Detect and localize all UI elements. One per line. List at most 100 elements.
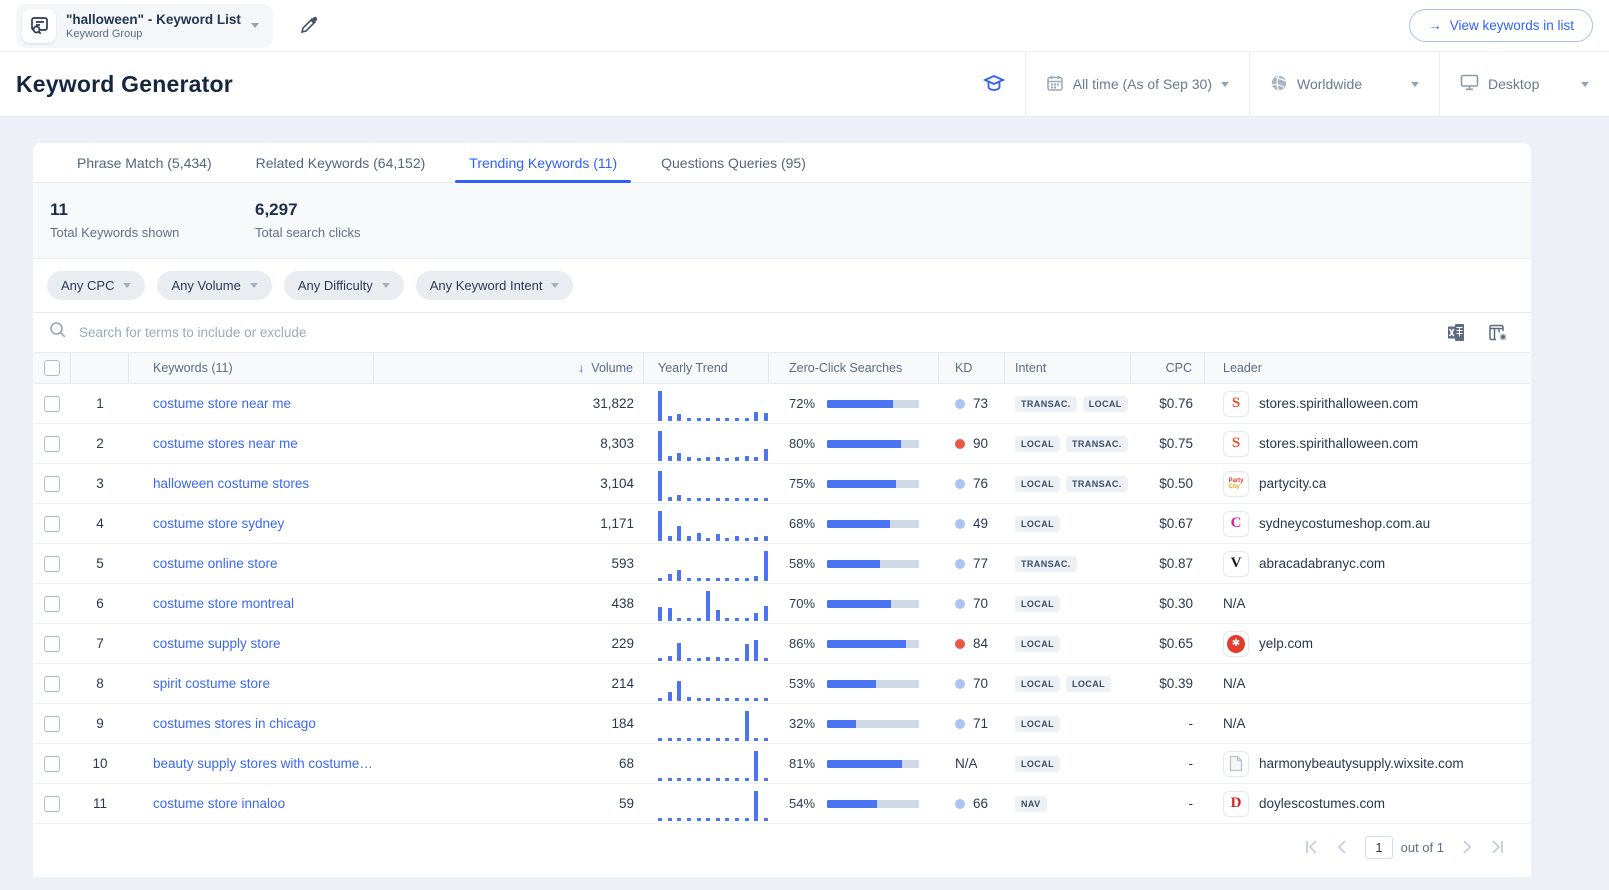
excel-export-icon[interactable]	[1446, 323, 1466, 342]
intent-badge: LOCAL	[1015, 675, 1060, 692]
pagination: 1 out of 1	[33, 824, 1531, 870]
table-row: 5 costume online store 593 58% 77 TRANSA…	[33, 544, 1531, 584]
keyword-link[interactable]: spirit costume store	[153, 676, 270, 691]
table-row: 10 beauty supply stores with costume… 68…	[33, 744, 1531, 784]
zero-click-value: 81%	[789, 756, 816, 771]
keyword-link[interactable]: costume store sydney	[153, 516, 284, 531]
prev-page-icon[interactable]	[1337, 840, 1347, 854]
globe-icon	[1270, 74, 1288, 95]
date-range-selector[interactable]: All time (As of Sep 30)	[1024, 52, 1249, 116]
tab-phrase-match[interactable]: Phrase Match (5,434)	[55, 143, 234, 182]
leader-domain: sydneycostumeshop.com.au	[1259, 516, 1431, 531]
page-number-box[interactable]: 1	[1365, 835, 1393, 859]
yearly-trend-chart	[658, 389, 768, 421]
cpc-value: -	[1188, 796, 1194, 811]
region-selector[interactable]: Worldwide	[1249, 52, 1439, 116]
intent-badges: TRANSAC. LOCAL	[1005, 384, 1131, 423]
intent-badge: LOCAL	[1015, 475, 1060, 492]
volume-value: 8,303	[600, 436, 634, 451]
row-checkbox[interactable]	[44, 675, 60, 692]
keyword-link[interactable]: costumes stores in chicago	[153, 716, 316, 731]
row-number: 6	[96, 596, 104, 611]
filter-keyword-intent[interactable]: Any Keyword Intent	[415, 271, 574, 300]
leader-favicon: V	[1223, 550, 1249, 577]
zero-click-bar	[827, 639, 919, 648]
academy-button[interactable]	[963, 52, 1025, 116]
intent-badge: LOCAL	[1066, 675, 1111, 692]
edit-pencil-icon[interactable]	[299, 16, 318, 35]
row-checkbox[interactable]	[44, 595, 60, 612]
first-page-icon[interactable]	[1304, 840, 1319, 854]
keyword-link[interactable]: costume stores near me	[153, 436, 298, 451]
kd-difficulty-dot	[955, 718, 965, 729]
intent-badge: TRANSAC.	[1066, 475, 1128, 492]
row-checkbox[interactable]	[44, 515, 60, 532]
row-checkbox[interactable]	[44, 795, 60, 812]
table-body: 1 costume store near me 31,822 72% 73 TR…	[33, 384, 1531, 824]
row-checkbox[interactable]	[44, 555, 60, 572]
keyword-link[interactable]: costume store innaloo	[153, 796, 285, 811]
manage-columns-icon[interactable]	[1488, 323, 1509, 343]
keyword-link[interactable]: costume store montreal	[153, 596, 294, 611]
table-row: 8 spirit costume store 214 53% 70 LOCAL L…	[33, 664, 1531, 704]
kd-value: 90	[939, 424, 1005, 463]
device-selector[interactable]: Desktop	[1439, 52, 1609, 116]
arrow-right-icon: →	[1428, 18, 1442, 33]
table-row: 4 costume store sydney 1,171 68% 49 LOCA…	[33, 504, 1531, 544]
zero-click-value: 58%	[789, 556, 816, 571]
intent-badge: LOCAL	[1015, 435, 1060, 452]
column-yearly-trend[interactable]: Yearly Trend	[644, 353, 769, 383]
column-keywords[interactable]: Keywords (11)	[129, 353, 374, 383]
stat-value: 11	[50, 200, 68, 219]
region-label: Worldwide	[1297, 76, 1363, 92]
row-checkbox[interactable]	[44, 755, 60, 772]
intent-badge: LOCAL	[1015, 595, 1060, 612]
chevron-down-icon	[1411, 81, 1419, 87]
kd-difficulty-dot	[955, 678, 965, 689]
search-input[interactable]	[79, 325, 1434, 340]
tab-trending-keywords[interactable]: Trending Keywords (11)	[447, 143, 639, 183]
leader-favicon: S	[1223, 430, 1249, 457]
row-checkbox[interactable]	[44, 635, 60, 652]
column-cpc[interactable]: CPC	[1131, 353, 1205, 383]
stat-total-clicks: 6,297 Total search clicks	[255, 200, 460, 240]
keyword-link[interactable]: costume online store	[153, 556, 278, 571]
kd-value: 73	[939, 384, 1005, 423]
column-zero-click[interactable]: Zero-Click Searches	[769, 353, 939, 383]
filter-volume[interactable]: Any Volume	[157, 271, 272, 300]
column-leader[interactable]: Leader	[1205, 353, 1531, 383]
last-page-icon[interactable]	[1490, 840, 1505, 854]
column-kd[interactable]: KD	[939, 353, 1005, 383]
page-header: Keyword Generator All time (As of Sep 30…	[0, 52, 1609, 117]
yearly-trend-chart	[658, 749, 768, 781]
row-number: 1	[96, 396, 104, 411]
filter-difficulty[interactable]: Any Difficulty	[283, 271, 404, 300]
keyword-group-subtitle: Keyword Group	[66, 27, 143, 40]
row-checkbox[interactable]	[44, 435, 60, 452]
row-checkbox[interactable]	[44, 395, 60, 412]
keyword-link[interactable]: beauty supply stores with costume…	[153, 756, 373, 771]
keyword-group-selector[interactable]: "halloween" - Keyword List Keyword Group	[16, 3, 273, 48]
leader-cell: Csydneycostumeshop.com.au	[1205, 504, 1531, 543]
tab-related-keywords[interactable]: Related Keywords (64,152)	[234, 143, 448, 182]
select-all-checkbox[interactable]	[43, 360, 60, 376]
keyword-link[interactable]: halloween costume stores	[153, 476, 309, 491]
column-intent[interactable]: Intent	[1005, 353, 1131, 383]
row-checkbox[interactable]	[44, 475, 60, 492]
zero-click-value: 32%	[789, 716, 816, 731]
row-checkbox[interactable]	[44, 715, 60, 732]
keyword-link[interactable]: costume store near me	[153, 396, 291, 411]
kd-value: 66	[939, 784, 1005, 823]
column-volume[interactable]: ↓ Volume	[374, 353, 644, 383]
table-row: 6 costume store montreal 438 70% 70 LOCA…	[33, 584, 1531, 624]
view-keywords-button[interactable]: → View keywords in list	[1409, 9, 1593, 42]
filter-cpc[interactable]: Any CPC	[47, 271, 146, 300]
next-page-icon[interactable]	[1462, 840, 1472, 854]
zero-click-bar	[827, 679, 919, 688]
keyword-link[interactable]: costume supply store	[153, 636, 281, 651]
leader-favicon: C	[1223, 510, 1249, 537]
tab-questions-queries[interactable]: Questions Queries (95)	[639, 143, 828, 182]
leader-cell: harmonybeautysupply.wixsite.com	[1205, 744, 1531, 783]
yearly-trend-chart	[658, 669, 768, 701]
kd-difficulty-dot	[955, 558, 965, 569]
